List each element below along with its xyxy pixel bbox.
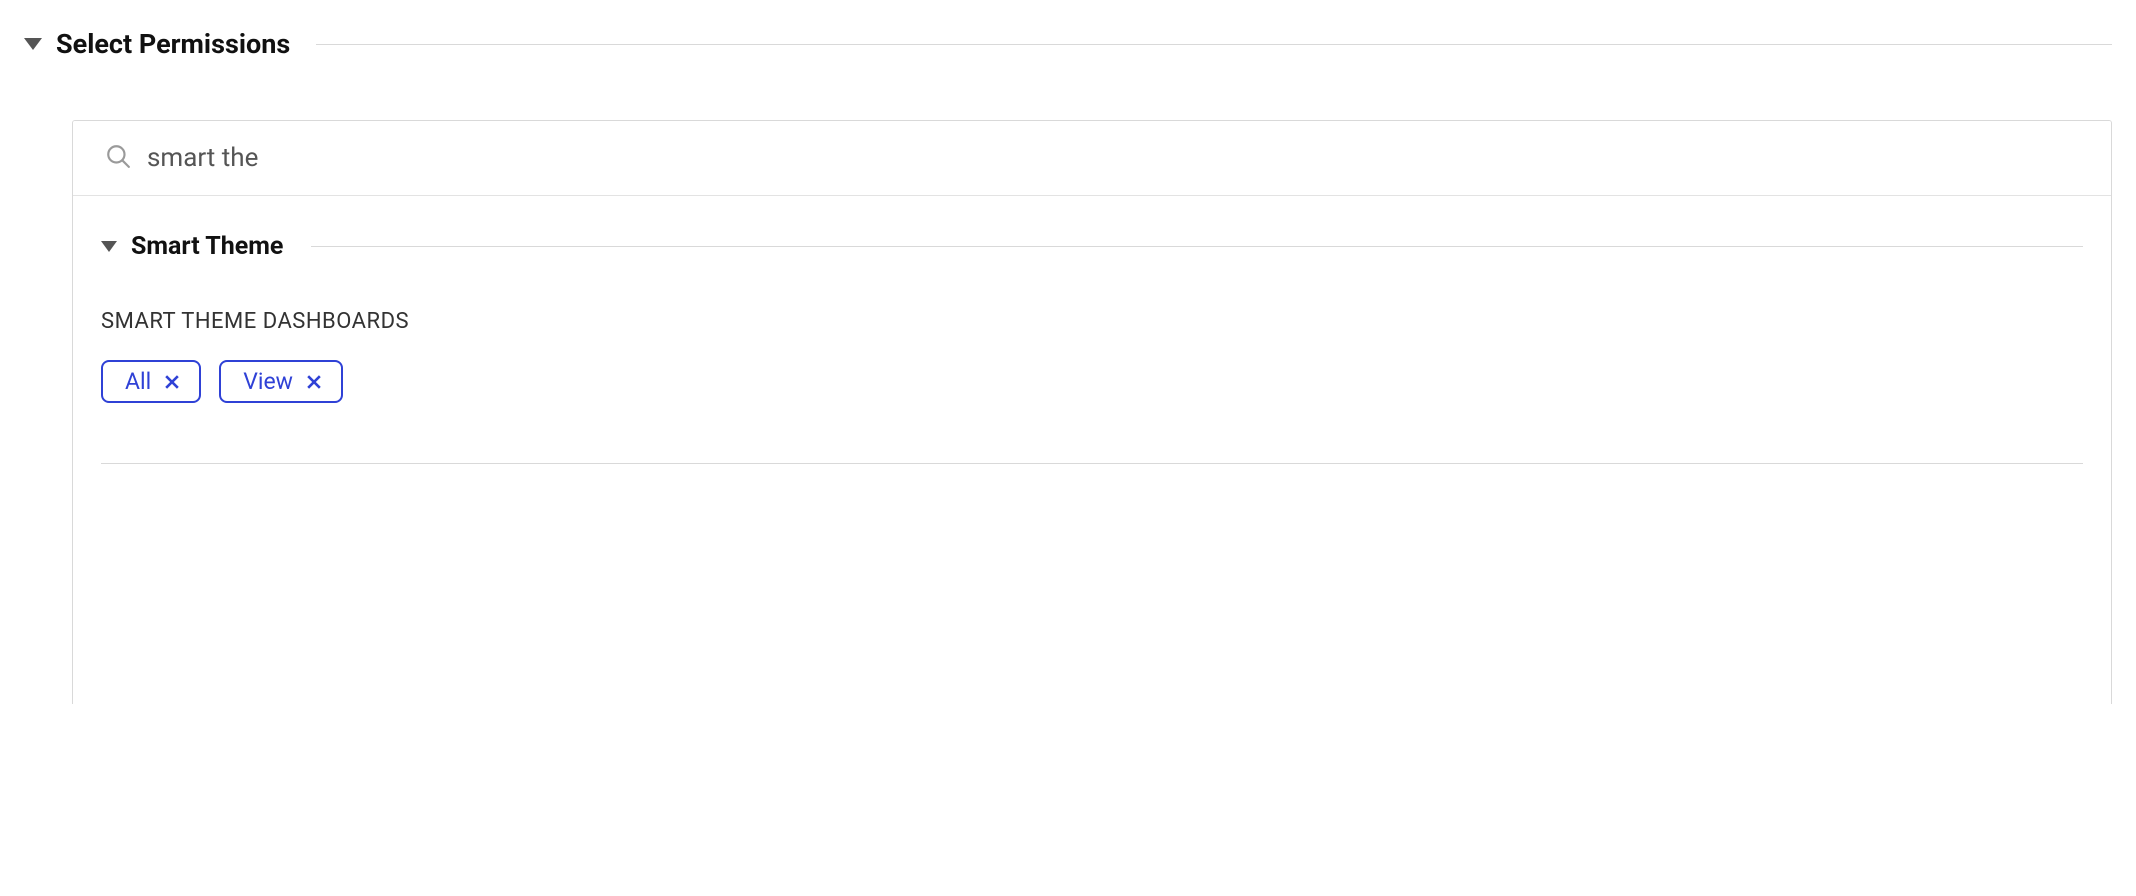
chevron-down-icon[interactable] <box>24 38 42 50</box>
group-title: Smart Theme <box>131 232 283 261</box>
search-row <box>73 121 2111 196</box>
chevron-down-icon[interactable] <box>101 241 117 252</box>
permission-subsection: SMART THEME DASHBOARDS All View <box>101 261 2083 464</box>
section-header: Select Permissions <box>24 28 2112 60</box>
chip-row: All View <box>101 360 2083 403</box>
subsection-label: SMART THEME DASHBOARDS <box>101 309 2083 334</box>
search-icon <box>105 143 131 173</box>
permission-group: Smart Theme SMART THEME DASHBOARDS All V… <box>73 196 2111 704</box>
group-header: Smart Theme <box>101 232 2083 261</box>
chip-label: All <box>125 370 151 393</box>
close-icon[interactable] <box>307 375 321 389</box>
chip-label: View <box>243 370 293 393</box>
permission-chip-view[interactable]: View <box>219 360 343 403</box>
divider <box>316 44 2112 45</box>
spacer <box>101 464 2083 704</box>
permissions-panel: Smart Theme SMART THEME DASHBOARDS All V… <box>72 120 2112 704</box>
close-icon[interactable] <box>165 375 179 389</box>
divider <box>311 246 2083 247</box>
permission-chip-all[interactable]: All <box>101 360 201 403</box>
search-input[interactable] <box>147 143 2079 173</box>
section-title: Select Permissions <box>56 28 290 60</box>
